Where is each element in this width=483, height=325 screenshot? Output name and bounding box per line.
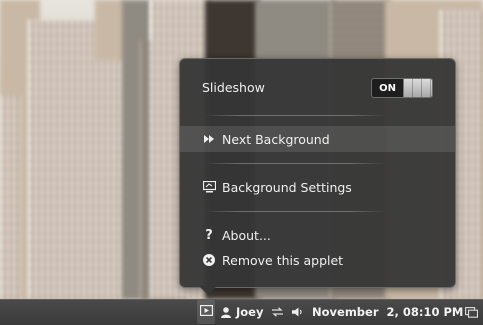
user-icon <box>221 306 231 318</box>
slideshow-switch[interactable]: ON <box>371 78 433 98</box>
slideshow-applet-icon <box>199 305 213 319</box>
menu-separator <box>204 211 385 212</box>
next-background-item[interactable]: Next Background <box>180 126 455 152</box>
remove-applet-item[interactable]: Remove this applet <box>180 247 455 273</box>
remove-icon <box>202 253 216 267</box>
slideshow-applet-button[interactable] <box>197 300 215 324</box>
applet-context-menu: Slideshow ON Next Background Background … <box>179 58 456 288</box>
next-background-label: Next Background <box>222 131 330 147</box>
switch-state-label: ON <box>379 82 396 94</box>
network-icon <box>271 307 284 317</box>
bottom-panel: Joey November 2, 08:10 PM <box>0 299 483 325</box>
background-settings-item[interactable]: Background Settings <box>180 174 455 200</box>
user-applet[interactable]: Joey <box>221 300 263 324</box>
help-icon: ? <box>205 227 213 243</box>
display-settings-icon <box>202 180 216 194</box>
volume-icon <box>292 307 304 317</box>
clock-label: November 2, 08:10 PM <box>312 305 464 319</box>
menu-separator <box>204 163 385 164</box>
show-desktop-icon <box>465 306 478 318</box>
about-item[interactable]: ? About... <box>180 222 455 248</box>
menu-separator <box>204 115 385 116</box>
menu-pointer-arrow <box>199 286 217 295</box>
fast-forward-icon <box>202 132 216 146</box>
about-label: About... <box>222 227 271 243</box>
show-desktop-button[interactable] <box>465 300 478 324</box>
switch-knob[interactable] <box>403 79 432 97</box>
user-name: Joey <box>236 305 264 319</box>
clock-applet[interactable]: November 2, 08:10 PM <box>312 300 463 324</box>
slideshow-label: Slideshow <box>202 79 265 95</box>
background-settings-label: Background Settings <box>222 179 352 195</box>
remove-applet-label: Remove this applet <box>222 252 344 268</box>
network-applet[interactable] <box>271 300 284 324</box>
volume-applet[interactable] <box>292 300 304 324</box>
